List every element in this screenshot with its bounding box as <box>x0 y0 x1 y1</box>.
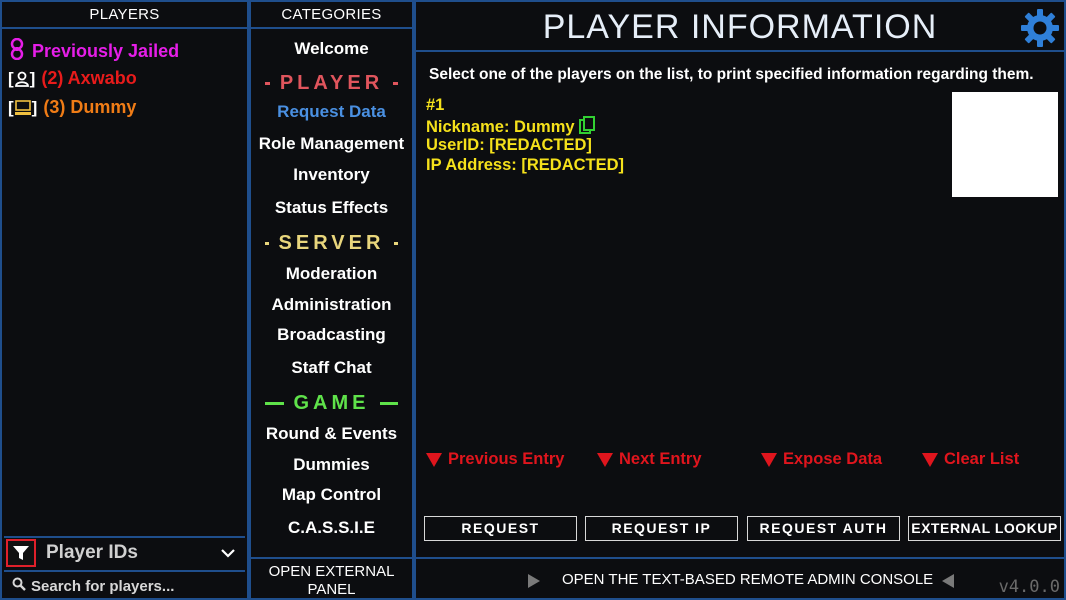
category-round-events[interactable]: Round & Events <box>251 424 412 444</box>
category-welcome[interactable]: Welcome <box>251 39 412 59</box>
computer-icon: [ ] <box>8 97 38 117</box>
triangle-down-icon <box>922 452 938 467</box>
chevron-down-icon[interactable] <box>215 540 241 566</box>
category-request-data[interactable]: Request Data <box>251 102 412 122</box>
jailed-label: Previously Jailed <box>32 41 180 61</box>
userid-text: UserID: [REDACTED] <box>426 136 592 154</box>
players-header: PLAYERS <box>2 2 247 29</box>
console-bar[interactable]: OPEN THE TEXT-BASED REMOTE ADMIN CONSOLE… <box>416 557 1064 600</box>
filter-dropdown-label[interactable]: Player IDs <box>46 542 215 564</box>
version-label: v4.0.0 <box>998 577 1060 597</box>
category-map-control[interactable]: Map Control <box>251 485 412 505</box>
category-inventory[interactable]: Inventory <box>251 165 412 185</box>
previous-entry-button[interactable]: Previous Entry <box>426 450 564 469</box>
open-console-label[interactable]: OPEN THE TEXT-BASED REMOTE ADMIN CONSOLE <box>562 571 933 588</box>
play-left-icon <box>942 574 954 593</box>
user-icon: [ ] <box>8 68 36 88</box>
category-cassie[interactable]: C.A.S.S.I.E <box>251 518 412 538</box>
category-administration[interactable]: Administration <box>251 295 412 315</box>
ip-address-text: IP Address: [REDACTED] <box>426 156 625 174</box>
players-panel: PLAYERS Previously Jailed [ ] (2) Axwabo… <box>0 0 249 600</box>
triangle-down-icon <box>597 452 613 467</box>
nickname-text: Nickname: Dummy <box>426 118 575 136</box>
play-right-icon <box>528 574 540 593</box>
request-auth-button[interactable]: REQUEST AUTH <box>747 516 900 541</box>
player-row[interactable]: [ ] (3) Dummy <box>8 97 136 118</box>
category-staff-chat[interactable]: Staff Chat <box>251 358 412 378</box>
player-name: (2) Axwabo <box>41 68 137 88</box>
filter-icon <box>13 546 29 560</box>
handcuffs-icon <box>8 37 26 65</box>
category-status-effects[interactable]: Status Effects <box>251 198 412 218</box>
search-icon <box>12 577 26 596</box>
expose-data-button[interactable]: Expose Data <box>761 450 882 469</box>
category-moderation[interactable]: Moderation <box>251 264 412 284</box>
instruction-text: Select one of the players on the list, t… <box>429 66 1034 83</box>
player-information-panel: PLAYER INFORMATION Select one of the pla… <box>414 0 1066 600</box>
triangle-down-icon <box>761 452 777 467</box>
category-dummies[interactable]: Dummies <box>251 455 412 475</box>
filter-button[interactable] <box>6 539 36 567</box>
search-input[interactable] <box>31 577 231 595</box>
external-lookup-button[interactable]: EXTERNAL LOOKUP <box>908 516 1061 541</box>
section-game-heading: GAME <box>255 392 408 415</box>
triangle-down-icon <box>426 452 442 467</box>
player-filter-row[interactable]: Player IDs <box>4 536 245 568</box>
player-number: #1 <box>426 96 445 114</box>
player-search[interactable] <box>4 570 245 600</box>
categories-panel: CATEGORIES Welcome PLAYER Request Data R… <box>249 0 414 600</box>
request-button[interactable]: REQUEST <box>424 516 577 541</box>
gear-icon[interactable] <box>1020 8 1060 53</box>
open-external-panel-button[interactable]: OPEN EXTERNAL PANEL <box>251 557 412 600</box>
clear-list-button[interactable]: Clear List <box>922 450 1019 469</box>
category-broadcasting[interactable]: Broadcasting <box>251 325 412 345</box>
next-entry-button[interactable]: Next Entry <box>597 450 702 469</box>
page-title: PLAYER INFORMATION <box>416 2 1064 52</box>
section-server-heading: SERVER <box>255 232 408 255</box>
section-player-heading: PLAYER <box>255 72 408 95</box>
categories-header: CATEGORIES <box>251 2 412 29</box>
category-role-management[interactable]: Role Management <box>251 134 412 154</box>
player-avatar <box>952 92 1058 197</box>
player-row[interactable]: [ ] (2) Axwabo <box>8 68 137 89</box>
player-name: (3) Dummy <box>43 97 137 117</box>
request-ip-button[interactable]: REQUEST IP <box>585 516 738 541</box>
jailed-player-row[interactable]: Previously Jailed <box>8 37 180 65</box>
